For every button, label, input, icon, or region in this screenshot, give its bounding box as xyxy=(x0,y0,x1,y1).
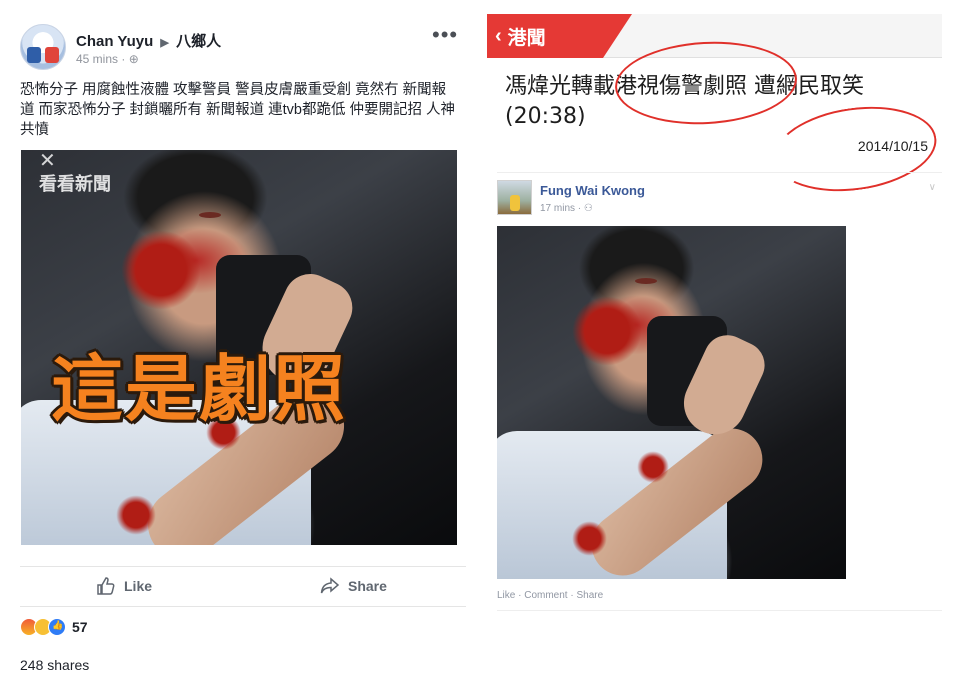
post-text: 恐怖分子 用腐蝕性液體 攻擊警員 警員皮膚嚴重受創 竟然冇 新聞報道 而家恐怖分… xyxy=(20,82,456,138)
post-header: Chan Yuyu ▶ 八鄉人 xyxy=(76,30,221,51)
more-options-button[interactable]: ••• xyxy=(432,24,458,46)
reactions-summary[interactable]: 57 xyxy=(20,618,88,636)
author-avatar[interactable] xyxy=(20,24,66,70)
shared-post-actions[interactable]: Like · Comment · Share xyxy=(497,590,603,601)
share-button[interactable]: Share xyxy=(320,576,387,596)
divider xyxy=(20,606,466,607)
share-label: Share xyxy=(348,578,387,594)
left-facebook-post: Chan Yuyu ▶ 八鄉人 45 mins · ⊕ ••• 恐怖分子 用腐蝕… xyxy=(0,0,480,682)
photo-watermark: 看看新聞 xyxy=(39,174,111,194)
right-news-screenshot: ‹ 港聞 馮煒光轉載港視傷警劇照 遭網民取笑(20:38) 2014/10/15… xyxy=(487,14,942,614)
photo-wound-shape xyxy=(121,230,201,310)
chevron-down-icon[interactable]: ∨ xyxy=(929,182,936,193)
divider xyxy=(497,610,942,611)
author-name[interactable]: Chan Yuyu xyxy=(76,33,153,50)
back-chevron-icon: ‹ xyxy=(495,24,502,47)
photo-wound-shape xyxy=(116,495,156,535)
post-photo[interactable]: ✕ 看看新聞 這是劇照 xyxy=(21,150,457,545)
shares-count[interactable]: 248 shares xyxy=(20,657,89,673)
photo-wound-shape xyxy=(572,521,607,556)
thumbs-up-icon xyxy=(97,577,115,595)
share-arrow-icon xyxy=(320,577,340,594)
photo-wound-shape xyxy=(572,296,642,366)
shared-author-name[interactable]: Fung Wai Kwong xyxy=(540,183,645,198)
photo-eye-shape xyxy=(199,212,221,218)
shared-post-time: 17 mins · ⚇ xyxy=(540,203,593,214)
news-section-label: 港聞 xyxy=(507,27,546,49)
caret-right-icon: ▶ xyxy=(160,37,169,49)
overlay-caption: 這是劇照 xyxy=(51,347,348,431)
like-label: Like xyxy=(124,578,153,594)
divider xyxy=(20,566,466,567)
divider xyxy=(497,172,942,173)
like-reaction-icon xyxy=(48,618,66,636)
post-meta: 45 mins · ⊕ xyxy=(76,52,139,66)
photo-eye-shape xyxy=(635,278,657,284)
photo-wound-shape xyxy=(637,451,669,483)
shared-post-photo[interactable] xyxy=(497,226,846,579)
like-button[interactable]: Like xyxy=(96,576,152,596)
shared-author-avatar[interactable] xyxy=(497,180,532,215)
reaction-count: 57 xyxy=(72,619,88,635)
news-section-tab[interactable]: ‹ 港聞 xyxy=(487,14,632,58)
post-time[interactable]: 45 mins xyxy=(76,52,118,66)
group-name[interactable]: 八鄉人 xyxy=(176,33,221,50)
globe-icon: ⊕ xyxy=(128,52,139,66)
